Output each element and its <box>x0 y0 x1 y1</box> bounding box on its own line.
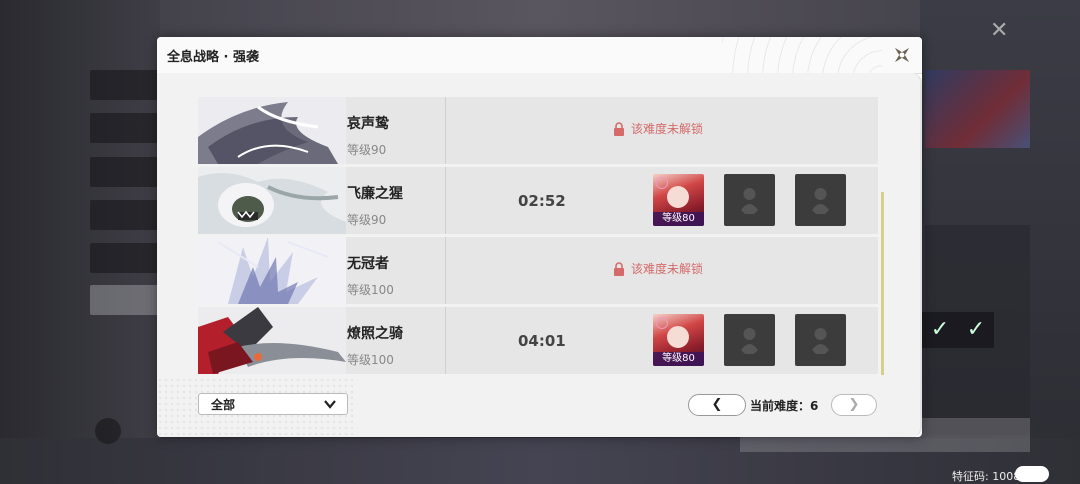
background-menu-item <box>90 157 160 187</box>
filter-selected: 全部 <box>211 398 236 412</box>
locked-status: 该难度未解锁 <box>613 260 703 277</box>
boss-level: 等级100 <box>347 283 394 297</box>
boss-level: 等级100 <box>347 353 394 367</box>
background-circle-button <box>95 418 121 444</box>
boss-row[interactable]: 无冠者 等级100 该难度未解锁 <box>198 237 878 304</box>
boss-portrait <box>198 307 346 374</box>
boss-portrait <box>198 97 346 164</box>
raid-dialog: 全息战略 · 强袭 哀声鸷 等级90 该难度未解锁 飞廉之猩 等级90 02:5… <box>157 37 922 437</box>
boss-row[interactable]: 燎照之骑 等级100 04:01 等级80 <box>198 307 878 374</box>
character-avatar <box>667 186 689 208</box>
person-placeholder-icon <box>812 328 829 354</box>
boss-level: 等级90 <box>347 213 387 227</box>
difficulty-value: 6 <box>810 399 819 413</box>
background-menu-item <box>90 285 160 315</box>
locked-text: 该难度未解锁 <box>631 262 704 276</box>
lock-icon <box>614 261 624 276</box>
close-icon <box>894 47 910 63</box>
background-art <box>925 70 1030 148</box>
boss-name: 无冠者 <box>347 256 389 272</box>
chevron-down-icon <box>324 400 336 409</box>
boss-level: 等级90 <box>347 143 387 157</box>
boss-portrait <box>198 167 346 234</box>
slot-level: 等级80 <box>653 352 704 366</box>
difficulty-label-text: 当前难度： <box>750 399 811 413</box>
background-check-icon: ✓ <box>958 312 994 348</box>
header-decoration <box>722 37 882 73</box>
clear-time: 02:52 <box>518 192 566 210</box>
background-top <box>0 0 1080 40</box>
row-divider <box>445 97 446 164</box>
redaction-blob <box>1015 466 1049 482</box>
background-menu-item <box>90 113 160 143</box>
team-slot-empty[interactable] <box>795 314 846 366</box>
difficulty-label: 当前难度：6 <box>750 397 818 414</box>
lock-icon <box>614 121 624 136</box>
background-close-icon: ✕ <box>990 18 1009 43</box>
boss-portrait <box>198 237 346 304</box>
dialog-title: 全息战略 · 强袭 <box>167 50 259 65</box>
boss-name: 燎照之骑 <box>347 326 403 342</box>
locked-text: 该难度未解锁 <box>631 122 704 136</box>
rank-icon <box>656 177 668 189</box>
background-check-icon: ✓ <box>922 312 958 348</box>
dialog-header: 全息战略 · 强袭 <box>157 37 922 74</box>
background-menu-item <box>90 243 160 273</box>
close-button[interactable] <box>890 43 914 67</box>
clear-time: 04:01 <box>518 332 566 350</box>
locked-status: 该难度未解锁 <box>613 120 703 137</box>
team-slot-filled[interactable]: 等级80 <box>653 314 704 366</box>
background-menu-item <box>90 200 160 230</box>
rank-icon <box>656 317 668 329</box>
row-divider <box>445 167 446 234</box>
row-divider <box>445 237 446 304</box>
team-slot-empty[interactable] <box>724 314 775 366</box>
boss-row[interactable]: 飞廉之猩 等级90 02:52 等级80 <box>198 167 878 234</box>
team-slot-empty[interactable] <box>795 174 846 226</box>
person-placeholder-icon <box>741 188 758 214</box>
difficulty-prev-button[interactable]: ❮ <box>688 394 746 416</box>
team-slot-filled[interactable]: 等级80 <box>653 174 704 226</box>
row-divider <box>445 307 446 374</box>
background-menu-item <box>90 70 160 100</box>
slot-level: 等级80 <box>653 212 704 226</box>
character-avatar <box>667 326 689 348</box>
person-placeholder-icon <box>741 328 758 354</box>
boss-row[interactable]: 哀声鸷 等级90 该难度未解锁 <box>198 97 878 164</box>
boss-name: 飞廉之猩 <box>347 186 403 202</box>
boss-list: 哀声鸷 等级90 该难度未解锁 飞廉之猩 等级90 02:52 等级80 无冠者… <box>198 97 878 413</box>
filter-dropdown[interactable]: 全部 <box>198 393 348 415</box>
boss-name: 哀声鸷 <box>347 116 389 132</box>
scrollbar[interactable] <box>881 192 884 375</box>
difficulty-next-button[interactable]: ❯ <box>831 394 877 416</box>
person-placeholder-icon <box>812 188 829 214</box>
team-slot-empty[interactable] <box>724 174 775 226</box>
